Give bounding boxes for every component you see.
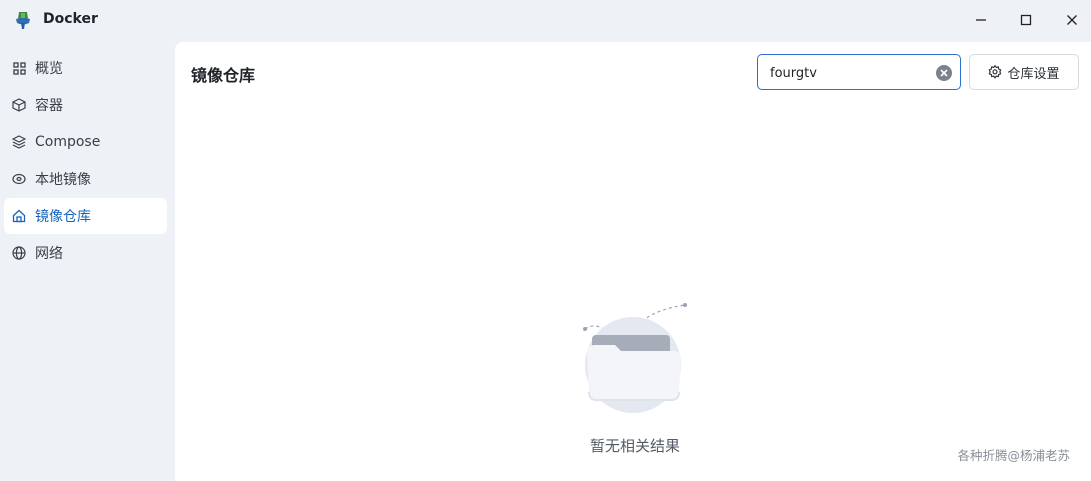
docker-logo-icon <box>16 12 30 29</box>
sidebar-item-containers[interactable]: 容器 <box>4 87 167 123</box>
search-input[interactable] <box>770 63 930 83</box>
watermark: 各种折腾@杨浦老苏 <box>957 448 1070 463</box>
search-box <box>757 54 961 90</box>
sidebar-item-label: 本地镜像 <box>35 172 91 188</box>
registry-settings-button[interactable]: 仓库设置 <box>969 54 1079 90</box>
minimize-button[interactable] <box>966 7 996 33</box>
sidebar: 概览 容器 Compose 本地镜像 镜像仓库 网络 <box>0 42 175 481</box>
grid-icon <box>12 61 26 75</box>
sidebar-item-overview[interactable]: 概览 <box>4 50 167 86</box>
close-button[interactable] <box>1057 7 1087 33</box>
maximize-icon <box>1020 14 1032 26</box>
main-panel: 镜像仓库 仓库设置 暂无相关结果 各种折腾@杨浦老苏 <box>175 42 1091 481</box>
sidebar-item-local-images[interactable]: 本地镜像 <box>4 161 167 197</box>
sidebar-item-label: 镜像仓库 <box>35 209 91 225</box>
sidebar-item-label: 概览 <box>35 61 63 77</box>
sidebar-item-label: 网络 <box>35 246 63 262</box>
globe-icon <box>12 246 26 260</box>
sidebar-item-compose[interactable]: Compose <box>4 124 167 160</box>
disk-icon <box>12 172 26 186</box>
title-bar: Docker <box>0 0 1091 42</box>
sidebar-item-network[interactable]: 网络 <box>4 235 167 271</box>
clear-search-button[interactable] <box>936 65 952 81</box>
gear-icon <box>988 65 1002 79</box>
registry-settings-label: 仓库设置 <box>1007 66 1060 82</box>
sidebar-item-registry[interactable]: 镜像仓库 <box>4 198 167 234</box>
empty-folder-illustration <box>583 303 687 413</box>
page-title: 镜像仓库 <box>191 66 256 85</box>
app-title: Docker <box>43 11 98 27</box>
empty-state-text: 暂无相关结果 <box>589 437 680 455</box>
home-icon <box>12 209 26 223</box>
maximize-button[interactable] <box>1011 7 1041 33</box>
cube-icon <box>12 98 26 112</box>
sidebar-item-label: 容器 <box>35 98 63 114</box>
close-icon <box>1067 15 1077 25</box>
sidebar-item-label: Compose <box>35 134 101 150</box>
layers-icon <box>12 135 26 149</box>
minimize-icon <box>976 19 986 21</box>
close-icon <box>940 69 948 77</box>
